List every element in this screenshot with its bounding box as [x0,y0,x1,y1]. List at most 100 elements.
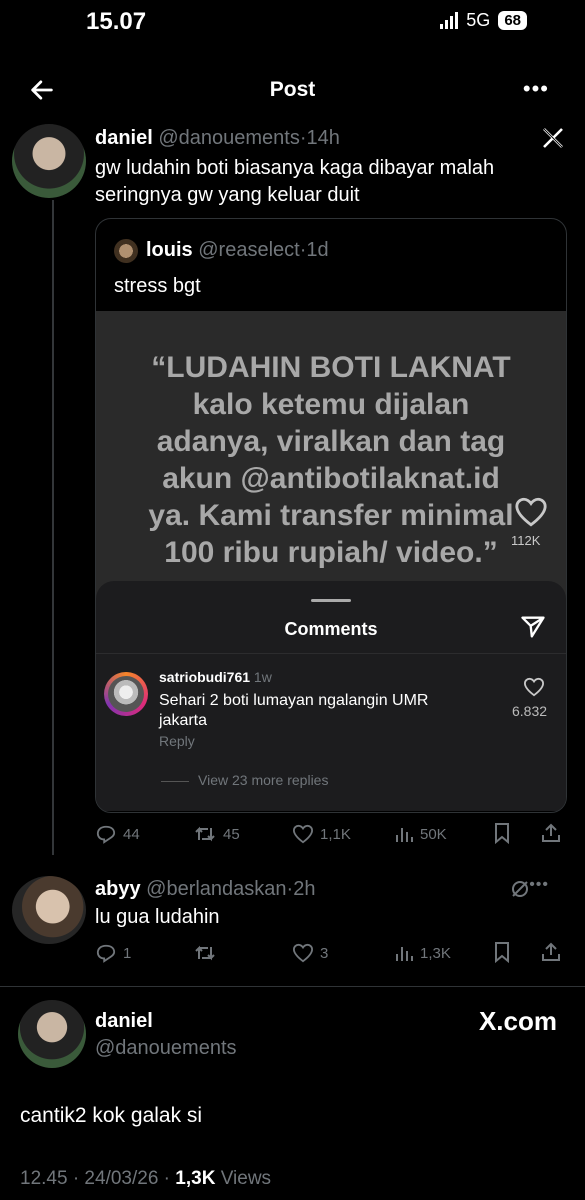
views-icon [396,828,413,842]
image-text-line: 100 ribu rupiah/ video.” [164,536,498,569]
divider [0,986,585,987]
repost-count: 45 [223,825,240,843]
signal-icon [440,12,459,29]
quoted-avatar [114,239,138,263]
tweet-meta: 12.45 · 24/03/26 · 1,3K Views [20,1168,271,1190]
heart-icon [515,497,547,527]
view-more-replies: View 23 more replies [198,772,329,788]
tweet-header: daniel @danouements·14h [95,127,340,150]
tweet-actions: 1 3 1,3K [95,941,565,965]
avatar[interactable] [12,876,86,944]
comment-text: Sehari 2 boti lumayan ngalangin UMR jaka… [159,691,428,731]
network-label: 5G [466,10,491,30]
views-button[interactable]: 1,3K [394,943,451,963]
like-button[interactable]: 1,1K [292,824,351,844]
x-logo-icon [543,128,563,148]
image-quote-text: “LUDAHIN BOTI LAKNAT kalo ketemu dijalan… [96,349,566,571]
share-icon[interactable] [540,822,562,844]
image-text-line: kalo ketemu dijalan [192,388,470,421]
image-like-count: 112K [511,533,541,548]
tweet-time: 14h [306,127,340,149]
comments-title: Comments [284,619,378,639]
tweet-text-line: seringnya gw yang keluar duit [95,184,360,206]
tweet-timestamp: 12.45 · 24/03/26 · [20,1168,176,1189]
author-handle[interactable]: @danouements [158,127,300,149]
grok-icon[interactable] [509,878,531,900]
bookmark-icon[interactable] [493,822,511,844]
like-icon [292,943,314,963]
page-title: Post [269,78,316,101]
image-text-line: adanya, viralkan dan tag [156,425,506,458]
author-name[interactable]: daniel [95,127,153,149]
bookmark-icon[interactable] [493,941,511,963]
reply-count: 44 [123,825,140,843]
like-count: 3 [320,944,329,962]
image-text-line: ya. Kami transfer minimal [148,499,514,532]
tweet-text-line: gw ludahin boti biasanya kaga dibayar ma… [95,157,495,179]
quoted-text: stress bgt [114,275,201,297]
tweet-time: 2h [293,878,316,900]
like-icon [292,824,314,844]
status-indicators: 5G 68 [440,10,527,31]
image-text-line: akun @antibotilaknat.id [162,462,500,495]
more-options-icon[interactable]: ••• [523,76,549,102]
views-button[interactable]: 50K [394,824,447,844]
views-icon [396,947,413,961]
comment-text-line: jakarta [159,712,208,729]
views-count: 1,3K [420,944,451,962]
comments-sheet: Comments satriobudi761 1w Sehari 2 boti … [96,581,566,811]
comment-like-count: 6.832 [512,703,548,719]
views-label: Views [215,1168,272,1189]
brand-watermark: X.com [478,1006,557,1036]
author-name-text: daniel [95,1010,153,1032]
quoted-author-handle: @reaselect [198,239,300,261]
replies-line [161,781,189,782]
like-count: 1,1K [320,825,351,843]
quoted-tweet-card[interactable]: louis @reaselect·1d stress bgt “LUDAHIN … [95,218,567,813]
comment-heart-icon [523,677,545,697]
more-options-icon[interactable]: ••• [529,876,549,894]
tweet-actions: 44 45 1,1K 50K [95,822,565,846]
repost-button[interactable] [193,943,217,963]
author-handle[interactable]: @danouements [95,1037,237,1060]
comment-time: 1w [253,669,272,685]
image-text-line: “LUDAHIN BOTI LAKNAT [151,351,511,384]
author-handle[interactable]: @berlandaskan [146,878,286,900]
comment-header: satriobudi761 1w [159,669,272,685]
status-time: 15.07 [86,8,147,35]
repost-icon [195,945,215,961]
reply-button[interactable]: 44 [95,824,140,844]
thread-line [52,200,54,855]
views-count: 50K [420,825,447,843]
comment-avatar [104,672,148,716]
like-button[interactable]: 3 [292,943,328,963]
reply-icon [96,944,116,963]
comment-username: satriobudi761 [159,669,251,685]
divider [96,653,566,654]
comment-reply-link: Reply [159,733,195,749]
author-name[interactable]: daniel [95,1010,153,1033]
reply-icon [96,825,116,844]
author-name[interactable]: abyy [95,878,141,900]
share-icon[interactable] [540,941,562,963]
comment-text-line: Sehari 2 boti lumayan ngalangin UMR [159,692,429,709]
sheet-handle [311,599,351,602]
send-icon [521,616,545,638]
reply-count: 1 [123,944,132,962]
avatar[interactable] [12,124,86,198]
quoted-time: 1d [306,239,329,261]
repost-button[interactable]: 45 [193,824,240,844]
battery-icon: 68 [498,11,527,30]
quoted-header: louis @reaselect·1d [146,239,329,262]
repost-icon [195,826,215,842]
quoted-author-name: louis [146,239,193,261]
tweet-text: gw ludahin boti biasanya kaga dibayar ma… [95,155,494,209]
tweet-text: lu gua ludahin [95,906,220,928]
quoted-media-image[interactable]: “LUDAHIN BOTI LAKNAT kalo ketemu dijalan… [96,311,566,811]
tweet-text: cantik2 kok galak si [20,1104,203,1127]
reply-button[interactable]: 1 [95,943,131,963]
avatar[interactable] [18,1000,86,1068]
tweet-header: abyy @berlandaskan·2h [95,878,315,901]
views-count: 1,3K [175,1168,216,1189]
separator-dot: · [299,127,307,149]
